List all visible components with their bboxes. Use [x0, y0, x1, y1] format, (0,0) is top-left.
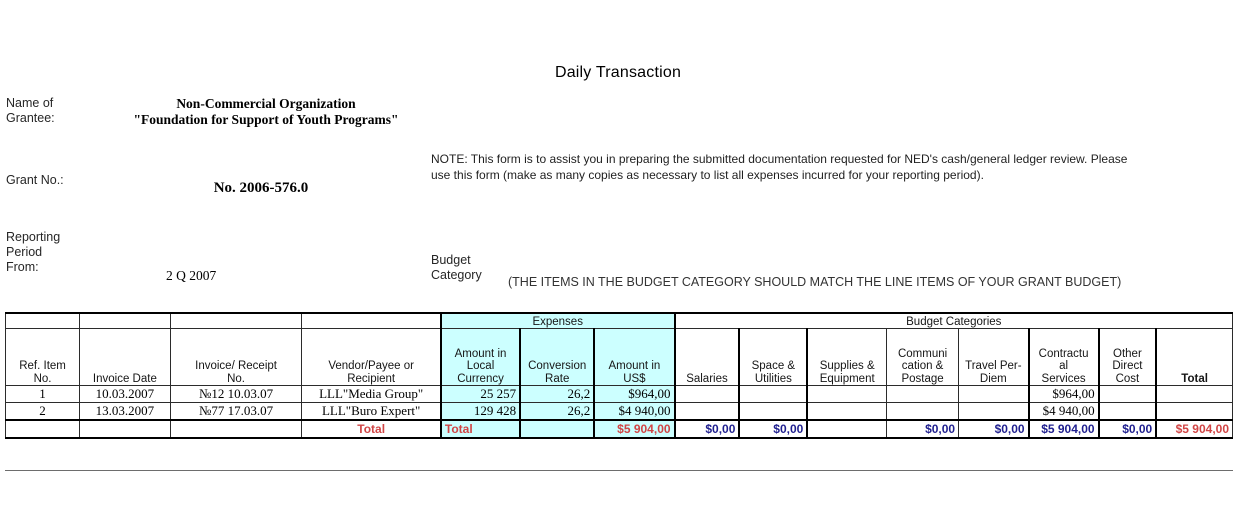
- table-row[interactable]: 2 13.03.2007 №77 17.03.07 LLL"Buro Exper…: [4, 402, 1234, 421]
- cell-amount-local: 129 428: [440, 402, 522, 421]
- total-label-amount-local: Total: [440, 419, 522, 439]
- col-other-direct-cost: Other Direct Cost: [1098, 328, 1158, 386]
- table-group-header-row: Expenses Budget Categories: [4, 312, 1233, 329]
- cell-total: [1155, 385, 1234, 403]
- cell-travel-per-diem: [958, 402, 1030, 421]
- col-conversion-rate: Conversion Rate: [519, 328, 596, 386]
- cell-invoice-receipt-no: №12 10.03.07: [169, 385, 303, 403]
- budget-category-label: Budget Category: [431, 253, 482, 282]
- total-cell-communication-postage: $0,00: [886, 419, 960, 439]
- total-cell-ref-no: [4, 419, 81, 439]
- page-title: Daily Transaction: [0, 64, 1240, 82]
- cell-total: [1155, 402, 1234, 421]
- total-cell-total: $5 904,00: [1155, 419, 1234, 439]
- table-column-header-row: Ref. Item No. Invoice Date Invoice/ Rece…: [4, 328, 1234, 386]
- grant-no-label: Grant No.:: [6, 173, 64, 187]
- cell-salaries: [674, 402, 741, 421]
- reporting-period-block: Reporting Period From: 2 Q 2007: [6, 230, 436, 283]
- total-cell-travel-per-diem: $0,00: [958, 419, 1030, 439]
- grantee-line-1: Non-Commercial Organization: [176, 96, 356, 111]
- col-contractual-services: Contractu al Services: [1028, 328, 1100, 386]
- total-cell-supplies-equipment: [806, 419, 888, 439]
- col-supplies-equipment: Supplies & Equipment: [806, 328, 888, 386]
- total-cell-other-direct-cost: $0,00: [1098, 419, 1158, 439]
- cell-salaries: [674, 385, 741, 403]
- group-head-budget-categories: Budget Categories: [674, 312, 1233, 329]
- total-label-vendor: Total: [301, 419, 442, 439]
- cell-supplies-equipment: [806, 402, 888, 421]
- grantee-label: Name of Grantee:: [6, 96, 55, 125]
- group-head-blank-4: [301, 312, 442, 329]
- grantee-block: Name of Grantee: Non-Commercial Organiza…: [6, 96, 436, 127]
- cell-contractual-services: $964,00: [1028, 385, 1100, 403]
- col-invoice-date: Invoice Date: [79, 328, 171, 386]
- col-ref-item-no: Ref. Item No.: [4, 328, 81, 386]
- reporting-period-label: Reporting Period From:: [6, 230, 61, 274]
- cell-contractual-services: $4 940,00: [1028, 402, 1100, 421]
- col-vendor-payee: Vendor/Payee or Recipient: [301, 328, 442, 386]
- cell-amount-usd: $4 940,00: [593, 402, 676, 421]
- header-meta: Name of Grantee: Non-Commercial Organiza…: [6, 96, 436, 283]
- budget-category-note: (THE ITEMS IN THE BUDGET CATEGORY SHOULD…: [508, 275, 1122, 289]
- cell-other-direct-cost: [1098, 402, 1158, 421]
- cell-invoice-date: 13.03.2007: [79, 402, 171, 421]
- grantee-line-2: "Foundation for Support of Youth Program…: [133, 112, 399, 127]
- col-salaries: Salaries: [674, 328, 741, 386]
- grant-no-value: No. 2006-576.0: [213, 180, 309, 196]
- total-cell-invoice-receipt-no: [169, 419, 303, 439]
- total-cell-invoice-date: [79, 419, 171, 439]
- cell-ref-no: 2: [4, 402, 81, 421]
- cell-communication-postage: [886, 385, 960, 403]
- cell-other-direct-cost: [1098, 385, 1158, 403]
- cell-communication-postage: [886, 402, 960, 421]
- col-invoice-receipt-no: Invoice/ Receipt No.: [169, 328, 303, 386]
- group-head-blank-1: [4, 312, 81, 329]
- group-head-expenses: Expenses: [440, 312, 676, 329]
- col-amount-local: Amount in Local Currency: [440, 328, 522, 386]
- total-cell-space-utilities: $0,00: [738, 419, 809, 439]
- table-row[interactable]: 1 10.03.2007 №12 10.03.07 LLL"Media Grou…: [4, 385, 1234, 403]
- form-note: NOTE: This form is to assist you in prep…: [431, 152, 1128, 182]
- cell-vendor: LLL"Buro Expert": [301, 402, 442, 421]
- cell-supplies-equipment: [806, 385, 888, 403]
- cell-invoice-receipt-no: №77 17.03.07: [169, 402, 303, 421]
- reporting-period-value: 2 Q 2007: [166, 268, 217, 283]
- page-title-text: Daily Transaction: [554, 64, 682, 81]
- cell-space-utilities: [738, 385, 809, 403]
- transactions-table: Expenses Budget Categories Ref. Item No.…: [4, 312, 1234, 439]
- total-cell-conversion-rate: [519, 419, 596, 439]
- cell-travel-per-diem: [958, 385, 1030, 403]
- col-space-utilities: Space & Utilities: [738, 328, 809, 386]
- col-amount-usd: Amount in US$: [593, 328, 676, 386]
- col-communication-postage: Communi cation & Postage: [886, 328, 960, 386]
- cell-amount-usd: $964,00: [593, 385, 676, 403]
- table-totals-row: Total Total $5 904,00 $0,00 $0,00 $0,00 …: [4, 419, 1234, 439]
- cell-space-utilities: [738, 402, 809, 421]
- sheet-bottom-rule: [5, 470, 1233, 471]
- grant-no-block: Grant No.: No. 2006-576.0: [6, 173, 436, 196]
- total-cell-salaries: $0,00: [674, 419, 741, 439]
- group-head-blank-3: [169, 312, 303, 329]
- cell-invoice-date: 10.03.2007: [79, 385, 171, 403]
- group-head-blank-2: [79, 312, 171, 329]
- col-total: Total: [1155, 328, 1234, 386]
- total-cell-amount-usd: $5 904,00: [593, 419, 676, 439]
- grantee-value: Non-Commercial Organization "Foundation …: [96, 96, 436, 128]
- col-travel-per-diem: Travel Per- Diem: [958, 328, 1030, 386]
- cell-vendor: LLL"Media Group": [301, 385, 442, 403]
- cell-amount-local: 25 257: [440, 385, 522, 403]
- cell-conversion-rate: 26,2: [519, 385, 596, 403]
- total-cell-contractual-services: $5 904,00: [1028, 419, 1100, 439]
- cell-ref-no: 1: [4, 385, 81, 403]
- cell-conversion-rate: 26,2: [519, 402, 596, 421]
